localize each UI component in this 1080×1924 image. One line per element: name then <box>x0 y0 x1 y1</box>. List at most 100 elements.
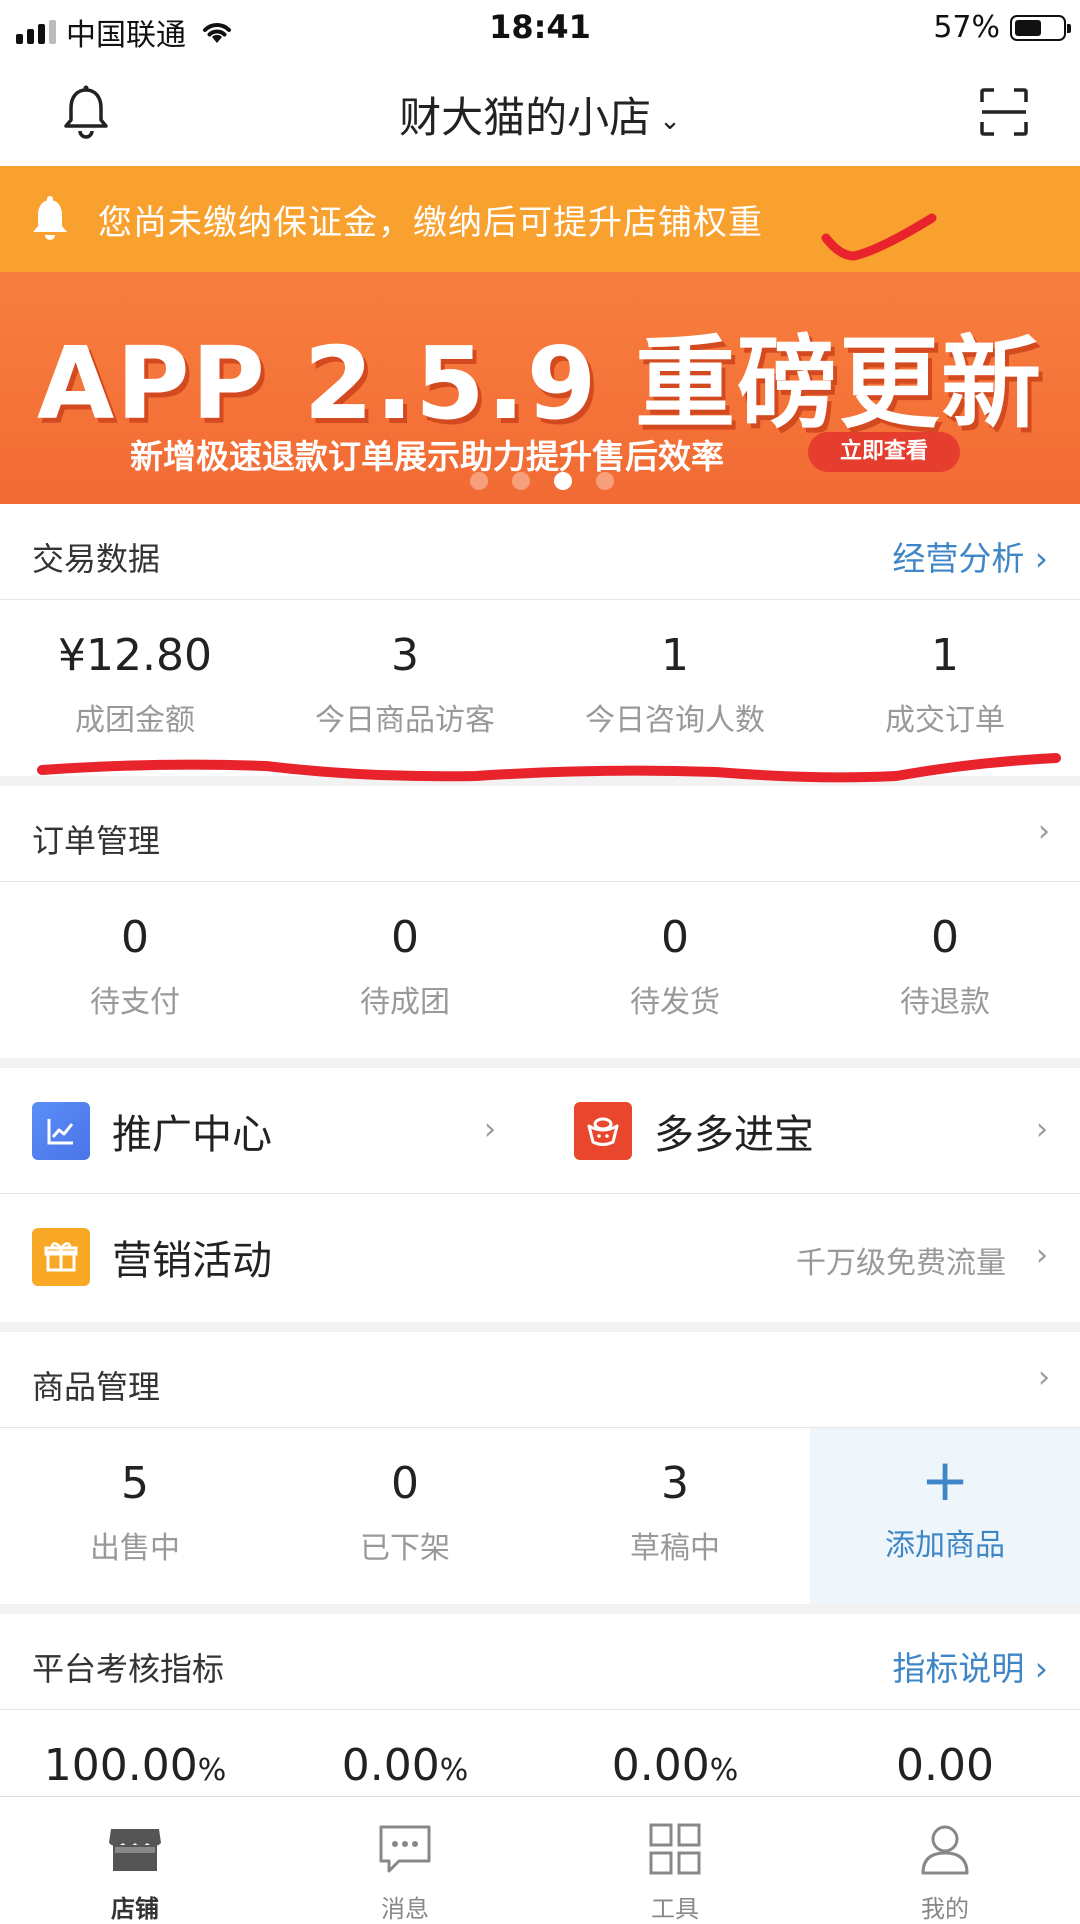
tab-tools[interactable]: 工具 <box>540 1797 810 1924</box>
stat-inquiries[interactable]: 1 今日咨询人数 <box>540 630 810 739</box>
banner-view-button[interactable]: 立即查看 <box>808 432 960 472</box>
order-management-section: 订单管理 › 0 待支付 0 待成团 0 待发货 0 待退款 <box>0 786 1080 1058</box>
stat-value: 0 <box>931 912 959 963</box>
menu-label: 营销活动 <box>112 1238 272 1284</box>
chevron-right-icon: › <box>1036 1238 1048 1273</box>
product-drafts[interactable]: 3 草稿中 <box>540 1428 810 1604</box>
carousel-dot-active[interactable] <box>554 472 572 490</box>
menu-row-1: 推广中心 › 多多进宝 › <box>0 1068 1080 1194</box>
product-on-sale[interactable]: 5 出售中 <box>0 1428 270 1604</box>
trade-data-section: 交易数据 经营分析 › ¥12.80 成团金额 3 今日商品访客 1 今日咨询人… <box>0 504 1080 776</box>
stat-group-amount[interactable]: ¥12.80 成团金额 <box>0 630 270 739</box>
product-management-header[interactable]: 商品管理 › <box>0 1332 1080 1428</box>
ingot-icon <box>574 1102 632 1160</box>
metric-item[interactable]: 100.00% <box>0 1740 270 1791</box>
plus-icon: + <box>920 1446 970 1514</box>
duoduo-jinbao-entry[interactable]: 多多进宝 <box>574 1068 1054 1194</box>
stat-label: 待发货 <box>630 985 720 1020</box>
stat-value: 0 <box>121 912 149 963</box>
product-stats: 5 出售中 0 已下架 3 草稿中 + 添加商品 <box>0 1428 1080 1604</box>
product-delisted[interactable]: 0 已下架 <box>270 1428 540 1604</box>
battery-percent: 57% <box>933 10 1000 45</box>
grid-icon <box>649 1823 701 1875</box>
product-management-section: 商品管理 › 5 出售中 0 已下架 3 草稿中 + 添加商品 <box>0 1332 1080 1604</box>
red-check-annotation <box>821 213 937 261</box>
stat-orders[interactable]: 1 成交订单 <box>810 630 1080 739</box>
stat-label: 成交订单 <box>885 703 1005 738</box>
battery-icon <box>1010 14 1071 41</box>
message-icon <box>379 1825 431 1873</box>
chevron-right-icon: › <box>1038 814 1050 849</box>
carousel-dot[interactable] <box>512 472 530 490</box>
tab-label: 消息 <box>381 1895 429 1923</box>
notice-text: 您尚未缴纳保证金，缴纳后可提升店铺权重 <box>98 202 763 243</box>
banner-subtitle: 新增极速退款订单展示助力提升售后效率 <box>130 437 724 476</box>
stat-value: 3 <box>391 630 419 681</box>
feature-menu-section: 推广中心 › 多多进宝 › 营销活动 千万级免费流量 › <box>0 1068 1080 1322</box>
metric-item[interactable]: 0.00% <box>270 1740 540 1791</box>
section-title: 平台考核指标 <box>32 1650 225 1688</box>
store-icon <box>109 1829 161 1871</box>
scan-icon[interactable] <box>978 86 1030 138</box>
marketing-subtitle: 千万级免费流量 <box>796 1246 1006 1281</box>
business-analysis-link[interactable]: 经营分析 › <box>892 532 1048 580</box>
metric-value: 100.00 <box>43 1740 198 1791</box>
carousel-dot[interactable] <box>596 472 614 490</box>
tab-label: 我的 <box>921 1895 969 1923</box>
platform-metrics-header: 平台考核指标 指标说明 › <box>0 1614 1080 1710</box>
bottom-tab-bar: 店铺 消息 工具 我的 <box>0 1796 1080 1924</box>
stat-label: 已下架 <box>360 1531 450 1566</box>
metric-value: 0.00 <box>896 1740 994 1791</box>
metric-value: 0.00 <box>341 1740 440 1791</box>
gift-icon <box>32 1228 90 1286</box>
stat-value: 5 <box>121 1458 149 1509</box>
stat-value: 1 <box>931 630 959 681</box>
metric-value: 0.00 <box>611 1740 710 1791</box>
trade-data-header: 交易数据 经营分析 › <box>0 504 1080 600</box>
marketing-entry-left: 营销活动 <box>32 1194 272 1320</box>
metric-item[interactable]: 0.00% <box>540 1740 810 1791</box>
order-pending-refund[interactable]: 0 待退款 <box>810 912 1080 1021</box>
order-pending-group[interactable]: 0 待成团 <box>270 912 540 1021</box>
metrics-explanation-link[interactable]: 指标说明 › <box>892 1642 1048 1690</box>
stat-value: 0 <box>391 1458 419 1509</box>
section-title: 交易数据 <box>32 540 161 578</box>
store-switcher[interactable]: 财大猫的小店 ⌄ <box>0 84 1080 145</box>
tab-messages[interactable]: 消息 <box>270 1797 540 1924</box>
metric-item[interactable]: 0.00 <box>810 1740 1080 1791</box>
tab-store[interactable]: 店铺 <box>0 1797 270 1924</box>
add-product-button[interactable]: + 添加商品 <box>810 1428 1080 1604</box>
order-pending-payment[interactable]: 0 待支付 <box>0 912 270 1021</box>
chevron-right-icon: › <box>484 1112 496 1147</box>
marketing-activity-entry[interactable]: 营销活动 千万级免费流量 › <box>0 1194 1080 1320</box>
stat-value: 3 <box>661 1458 689 1509</box>
nav-bar: 财大猫的小店 ⌄ <box>0 56 1080 166</box>
section-title: 商品管理 <box>32 1368 161 1406</box>
order-management-header[interactable]: 订单管理 › <box>0 786 1080 882</box>
stat-label: 今日咨询人数 <box>585 703 765 738</box>
stat-value: ¥12.80 <box>58 630 212 681</box>
stat-label: 出售中 <box>90 1531 180 1566</box>
stat-value: 0 <box>391 912 419 963</box>
order-stats: 0 待支付 0 待成团 0 待发货 0 待退款 <box>0 882 1080 1021</box>
trade-stats: ¥12.80 成团金额 3 今日商品访客 1 今日咨询人数 1 成交订单 <box>0 600 1080 739</box>
tab-profile[interactable]: 我的 <box>810 1797 1080 1924</box>
stat-label: 今日商品访客 <box>315 703 495 738</box>
carousel-dot[interactable] <box>470 472 488 490</box>
platform-metrics-section: 平台考核指标 指标说明 › 100.00% 0.00% 0.00% 0.00 <box>0 1614 1080 1796</box>
section-title: 订单管理 <box>32 822 161 860</box>
chart-trend-icon <box>32 1102 90 1160</box>
clock: 18:41 <box>489 8 591 46</box>
banner-title: APP 2.5.9 重磅更新 <box>36 325 1044 442</box>
promo-banner[interactable]: APP 2.5.9 重磅更新 新增极速退款订单展示助力提升售后效率 立即查看 <box>0 272 1080 504</box>
stat-label: 待退款 <box>900 985 990 1020</box>
add-product-label: 添加商品 <box>885 1528 1005 1563</box>
chevron-down-icon: ⌄ <box>659 105 681 136</box>
promotion-center-entry[interactable]: 推广中心 <box>32 1068 512 1194</box>
status-bar: 中国联通 18:41 57% <box>0 0 1080 56</box>
stat-visitors[interactable]: 3 今日商品访客 <box>270 630 540 739</box>
menu-label: 推广中心 <box>112 1112 272 1158</box>
order-pending-shipment[interactable]: 0 待发货 <box>540 912 810 1021</box>
menu-label: 多多进宝 <box>654 1112 814 1158</box>
stat-label: 草稿中 <box>630 1531 720 1566</box>
